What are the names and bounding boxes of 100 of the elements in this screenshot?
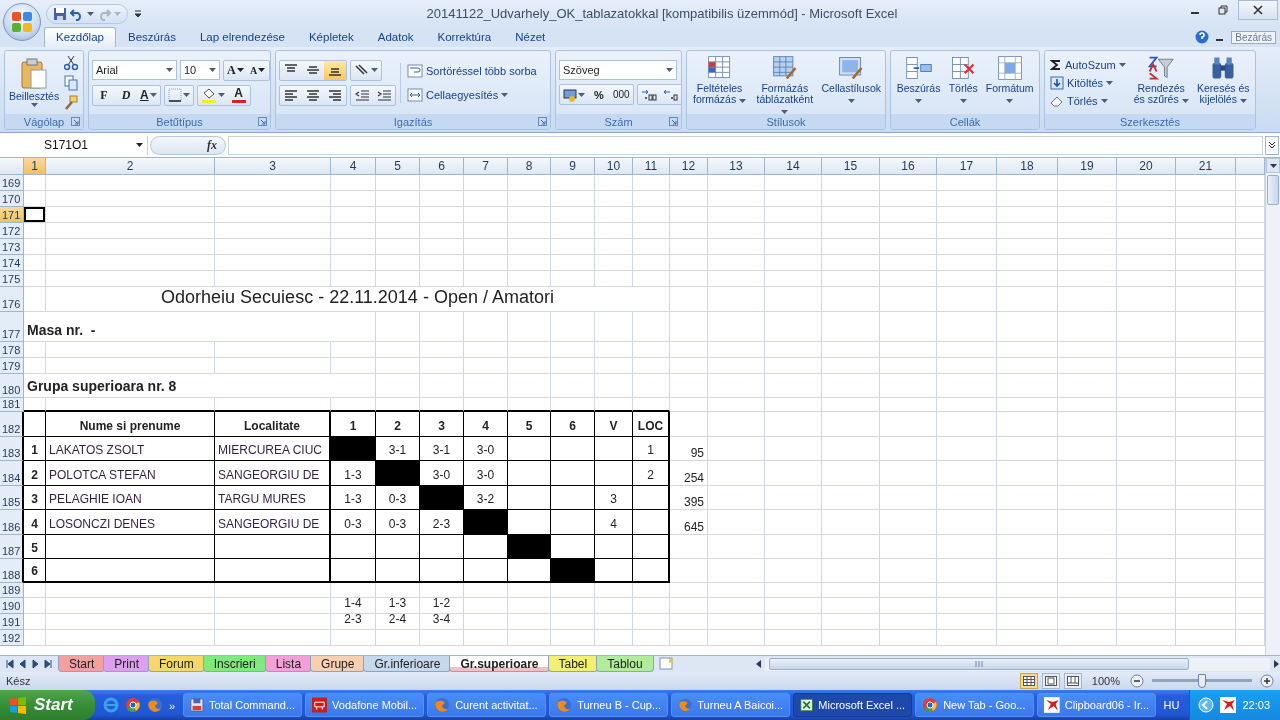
edit-button[interactable]: Kitöltés xyxy=(1048,74,1128,91)
wrap-text-button[interactable]: Sortöréssel több sorba xyxy=(405,62,539,79)
column-title: LOC xyxy=(633,412,670,437)
number-format-field[interactable]: Szöveg xyxy=(559,60,677,80)
edit-button[interactable]: Keresés és kijelölés xyxy=(1194,53,1252,105)
sheet-tab[interactable]: Start xyxy=(58,656,106,672)
font-field[interactable]: Arial xyxy=(92,60,177,80)
row-header[interactable]: 170 xyxy=(0,191,24,207)
row-header[interactable]: 192 xyxy=(0,630,24,646)
row-header[interactable]: 172 xyxy=(0,223,24,239)
column-header[interactable]: 15 xyxy=(822,158,880,175)
column-header[interactable]: 13 xyxy=(708,158,765,175)
percent-button[interactable]: % xyxy=(588,85,610,104)
row-header[interactable]: 184 xyxy=(0,461,24,486)
column-header[interactable]: 21 xyxy=(1176,158,1236,175)
taskbar-item[interactable]: Turneu A Baicoi... xyxy=(671,693,791,717)
merge-button[interactable]: Cellaegyesítés xyxy=(405,86,539,103)
name-box[interactable]: S171O1 xyxy=(0,135,148,155)
row-header[interactable]: 173 xyxy=(0,239,24,255)
language-indicator[interactable]: HU xyxy=(1163,699,1180,711)
sheet-tab[interactable]: Gr.inferioare xyxy=(363,656,452,672)
column-header[interactable]: 6 xyxy=(420,158,464,175)
row-header[interactable]: 191 xyxy=(0,614,24,630)
column-header[interactable]: 18 xyxy=(997,158,1058,175)
row-header[interactable]: 171 xyxy=(0,207,24,223)
sheet-tab[interactable]: Tabel xyxy=(547,656,599,672)
column-header[interactable]: 20 xyxy=(1117,158,1176,175)
column-header[interactable]: 3 xyxy=(215,158,331,175)
row-header[interactable]: 185 xyxy=(0,486,24,510)
shrink-font-button[interactable]: A xyxy=(246,60,269,80)
more-chevron[interactable]: » xyxy=(169,700,176,712)
edit-button[interactable]: AutoSzum xyxy=(1048,57,1128,72)
row-header[interactable]: 176 xyxy=(0,287,24,312)
formula-button[interactable]: fx xyxy=(150,135,226,155)
row-header[interactable]: 177 xyxy=(0,312,24,342)
column-header[interactable]: 2 xyxy=(46,158,215,175)
taskbar-item[interactable]: Microsoft Excel ... xyxy=(793,693,913,717)
cells-button[interactable]: Formátum xyxy=(983,54,1036,105)
row-header[interactable]: 188 xyxy=(0,559,24,583)
sheet-tab[interactable]: Tablou xyxy=(596,656,654,672)
column-header[interactable]: 10 xyxy=(595,158,633,175)
column-header[interactable]: 9 xyxy=(551,158,595,175)
taskbar-item[interactable]: Clipboard06 - Ir... xyxy=(1037,693,1157,717)
column-header[interactable]: 8 xyxy=(508,158,551,175)
row-header[interactable]: 186 xyxy=(0,510,24,535)
sheet-tab[interactable]: Print xyxy=(103,656,151,672)
grow-font-button[interactable]: A xyxy=(224,60,247,80)
taskbar-item[interactable]: Curent activitat... xyxy=(427,693,547,717)
start-button[interactable]: Start xyxy=(0,690,95,720)
row-header[interactable]: 175 xyxy=(0,271,24,287)
ribbon-tab[interactable]: Adatok xyxy=(365,27,426,47)
sheet-tab[interactable]: Gr.superioare xyxy=(449,656,550,672)
row-header[interactable]: 174 xyxy=(0,255,24,271)
column-header[interactable]: 4 xyxy=(331,158,376,175)
row-header[interactable]: 181 xyxy=(0,398,24,412)
cells-button[interactable]: Beszúrás xyxy=(894,54,944,105)
sheet-tab[interactable]: Forum xyxy=(148,656,205,672)
column-header[interactable]: 14 xyxy=(765,158,822,175)
taskbar-item[interactable]: Vodafone Mobil... xyxy=(305,693,425,717)
sheet-tab[interactable]: Lista xyxy=(264,656,313,672)
bold-button[interactable]: F xyxy=(93,85,115,105)
sheet-tab[interactable]: Inscrieri xyxy=(202,656,267,672)
column-header[interactable]: 19 xyxy=(1058,158,1117,175)
row-header[interactable]: 180 xyxy=(0,374,24,398)
thousands-button[interactable]: 000 xyxy=(610,85,633,104)
font-color-button[interactable]: A xyxy=(227,85,250,105)
row-header[interactable]: 179 xyxy=(0,358,24,374)
column-header[interactable]: 16 xyxy=(880,158,937,175)
column-header[interactable]: 12 xyxy=(670,158,708,175)
underline-button[interactable]: A xyxy=(137,85,160,105)
ribbon-tab[interactable]: Lap elrendezése xyxy=(187,27,297,47)
style-button[interactable]: Feltételes formázás xyxy=(690,54,750,105)
style-button[interactable]: Cellastílusok xyxy=(820,54,882,105)
size-field[interactable]: 10 xyxy=(180,60,220,80)
row-header[interactable]: 169 xyxy=(0,175,24,191)
ribbon-tab[interactable]: Nézet xyxy=(503,27,558,47)
row-header[interactable]: 178 xyxy=(0,342,24,358)
row-header[interactable]: 189 xyxy=(0,583,24,598)
italic-button[interactable]: D xyxy=(115,85,137,105)
edit-button[interactable]: Törlés xyxy=(1048,93,1128,108)
sheet-tab[interactable]: Grupe xyxy=(310,656,366,672)
ribbon-tab[interactable]: Beszúrás xyxy=(115,27,188,47)
row-header[interactable]: 183 xyxy=(0,437,24,461)
row-header[interactable]: 190 xyxy=(0,598,24,614)
cells-button[interactable]: Törlés xyxy=(945,54,982,105)
column-header[interactable]: 5 xyxy=(376,158,420,175)
edit-button[interactable]: Rendezés és szűrés xyxy=(1131,53,1191,105)
column-header[interactable]: 17 xyxy=(937,158,997,175)
column-header[interactable]: 11 xyxy=(633,158,670,175)
taskbar-item[interactable]: Total Command... xyxy=(183,693,303,717)
taskbar-item[interactable]: New Tab - Goo... xyxy=(915,693,1035,717)
column-header[interactable]: 7 xyxy=(464,158,508,175)
row-header[interactable]: 182 xyxy=(0,412,24,437)
row-header[interactable]: 187 xyxy=(0,535,24,559)
paste-button[interactable]: Beillesztés xyxy=(8,58,61,107)
ribbon-tab[interactable]: Korrektúra xyxy=(425,27,504,47)
column-header[interactable]: 1 xyxy=(24,158,46,175)
taskbar-item[interactable]: Turneu B - Cup... xyxy=(549,693,669,717)
ribbon-tab[interactable]: Képletek xyxy=(296,27,366,47)
ribbon-tab[interactable]: Kezdőlap xyxy=(44,27,116,47)
